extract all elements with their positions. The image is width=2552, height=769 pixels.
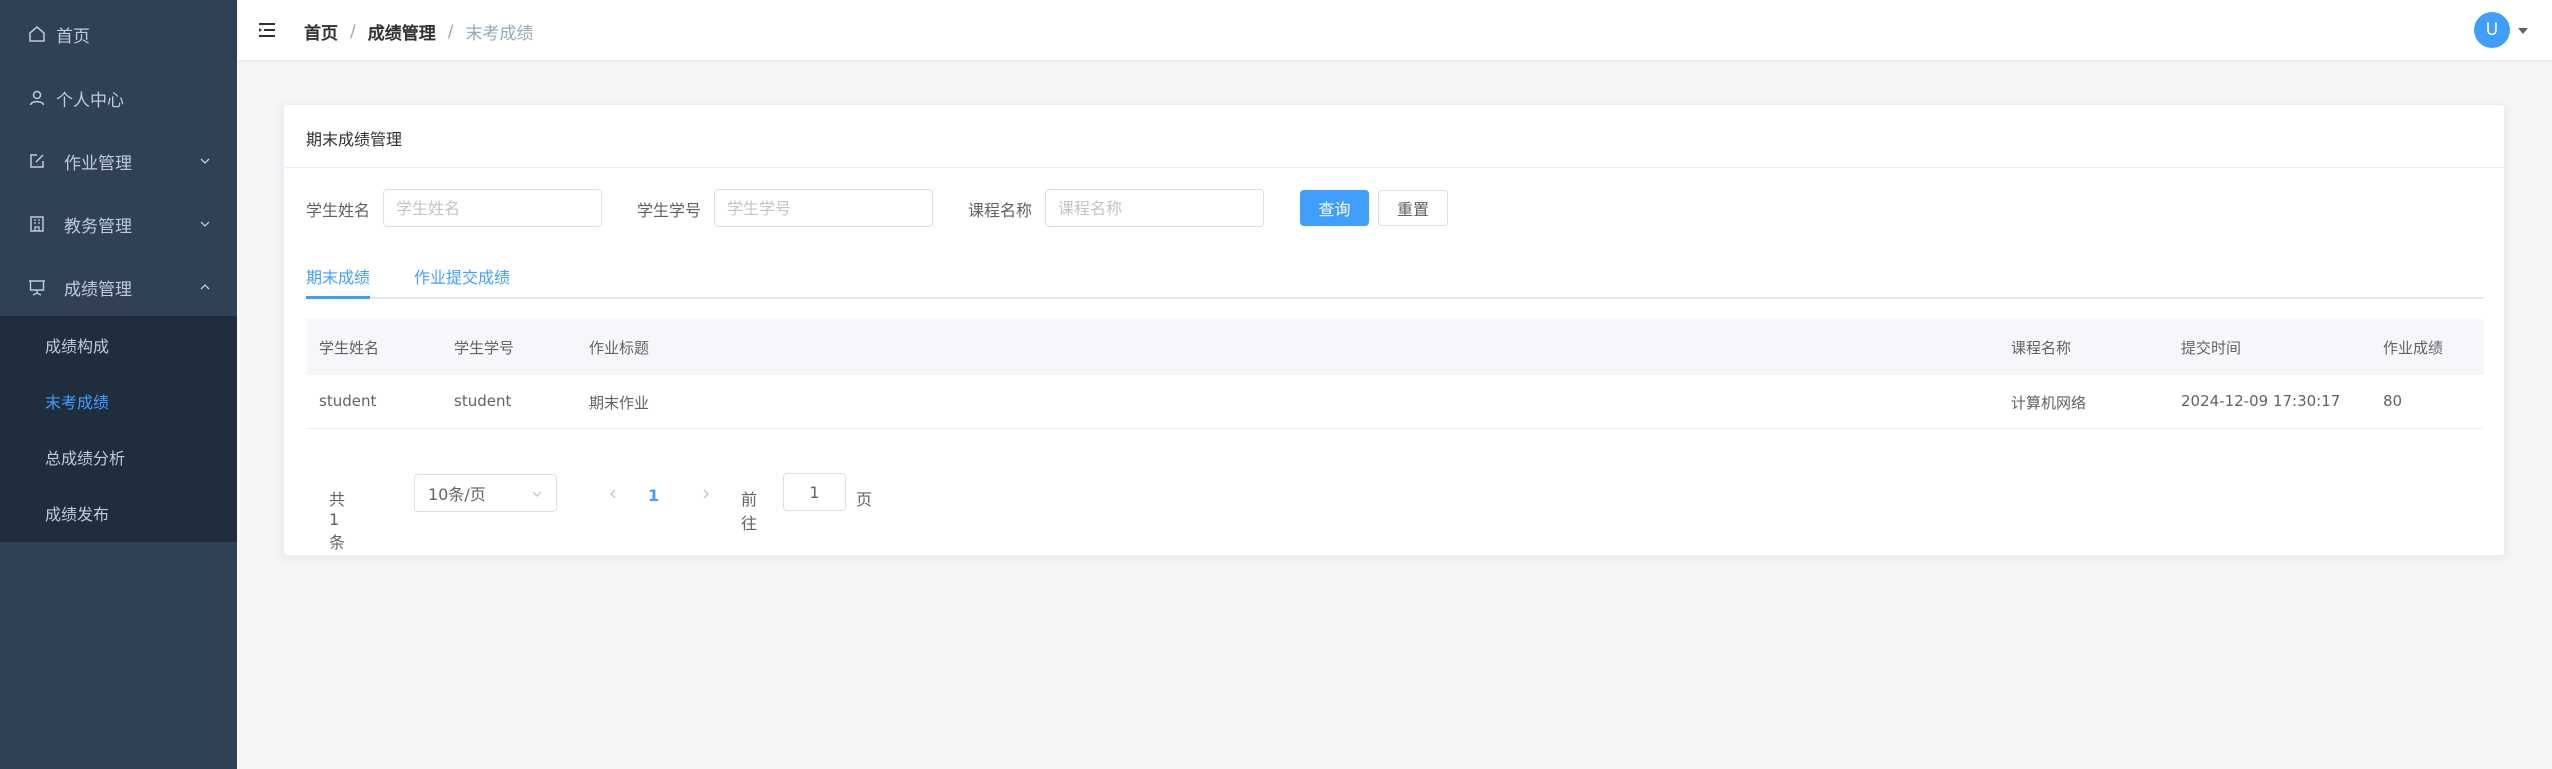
goto-page-input[interactable] <box>783 473 846 511</box>
query-button[interactable]: 查询 <box>1300 190 1369 226</box>
column-header-homework-title: 作业标题 <box>589 339 650 357</box>
cell-student-id: student <box>454 392 512 410</box>
page-unit-label: 页 <box>856 490 873 509</box>
goto-label: 前往 <box>741 490 758 533</box>
reset-button[interactable]: 重置 <box>1378 190 1448 226</box>
column-header-submit-time: 提交时间 <box>2181 339 2242 357</box>
student-name-input[interactable] <box>383 189 602 227</box>
card-header: 期末成绩管理 <box>284 105 2504 168</box>
submenu-item-total-grade-analysis[interactable]: 总成绩分析 <box>0 429 237 485</box>
chevron-up-icon <box>200 284 210 290</box>
avatar[interactable]: U <box>2474 12 2510 48</box>
column-header-student-name: 学生姓名 <box>319 339 380 357</box>
column-header-student-id: 学生学号 <box>454 339 515 357</box>
sidebar-item-label: 作业管理 <box>64 153 132 174</box>
table-row[interactable]: student student 期末作业 计算机网络 2024-12-09 17… <box>306 374 2484 429</box>
sidebar-item-profile[interactable]: 个人中心 <box>0 70 237 126</box>
sidebar-item-label: 教务管理 <box>64 216 132 237</box>
cell-homework-title: 期末作业 <box>589 394 650 412</box>
sidebar: 首页 个人中心 作业管理 教务管理 成绩管理 成绩构成 末考成绩 总成绩分析 成… <box>0 0 237 769</box>
table-header-row: 学生姓名 学生学号 作业标题 课程名称 提交时间 作业成绩 <box>306 319 2484 374</box>
sidebar-item-grades[interactable]: 成绩管理 <box>0 259 237 315</box>
breadcrumb-item-home[interactable]: 首页 <box>304 19 338 44</box>
pagination-total: 共 1 条 <box>329 490 346 552</box>
navbar: 首页 / 成绩管理 / 末考成绩 <box>237 0 2552 60</box>
breadcrumb-item-grades[interactable]: 成绩管理 <box>368 19 436 44</box>
chevron-down-icon <box>200 221 210 227</box>
student-id-input[interactable] <box>714 189 933 227</box>
final-grades-card: 期末成绩管理 学生姓名 学生学号 课程名称 查询 重置 期末成绩 作业提交成绩 … <box>283 104 2505 556</box>
student-id-label: 学生学号 <box>637 201 702 220</box>
caret-down-icon[interactable] <box>2518 28 2528 34</box>
tabs: 期末成绩 作业提交成绩 <box>306 255 2484 299</box>
tab-active-indicator <box>306 296 370 299</box>
office-building-icon <box>28 215 46 233</box>
breadcrumb-separator: / <box>447 21 454 42</box>
cell-student-name: student <box>319 392 377 410</box>
submenu-item-final-exam-grades[interactable]: 末考成绩 <box>0 373 237 429</box>
chevron-down-icon <box>532 491 542 497</box>
prev-page-icon[interactable] <box>606 485 620 503</box>
edit-icon <box>28 152 46 170</box>
hamburger-icon[interactable] <box>257 20 277 40</box>
sidebar-item-label: 首页 <box>56 26 90 47</box>
page-size-value: 10条/页 <box>428 485 486 504</box>
breadcrumb: 首页 / 成绩管理 / 末考成绩 <box>304 19 534 45</box>
breadcrumb-separator: / <box>350 21 356 42</box>
tab-homework-grades[interactable]: 作业提交成绩 <box>414 264 510 288</box>
breadcrumb-item-current: 末考成绩 <box>465 24 534 44</box>
home-icon <box>28 25 46 43</box>
cell-homework-score: 80 <box>2383 392 2403 410</box>
sidebar-item-homework[interactable]: 作业管理 <box>0 133 237 189</box>
sidebar-item-label: 个人中心 <box>56 90 124 111</box>
column-header-homework-score: 作业成绩 <box>2383 339 2444 357</box>
student-name-label: 学生姓名 <box>306 201 371 220</box>
card-title: 期末成绩管理 <box>306 130 403 149</box>
user-icon <box>28 89 46 107</box>
sidebar-item-home[interactable]: 首页 <box>0 6 237 62</box>
course-name-input[interactable] <box>1045 189 1264 227</box>
submenu-item-grade-composition[interactable]: 成绩构成 <box>0 317 237 373</box>
column-header-course-name: 课程名称 <box>2011 339 2072 357</box>
presentation-icon <box>28 278 46 296</box>
chevron-down-icon <box>200 158 210 164</box>
page-size-select[interactable]: 10条/页 <box>414 474 557 512</box>
course-name-label: 课程名称 <box>968 201 1033 220</box>
cell-course-name: 计算机网络 <box>2011 394 2087 412</box>
tab-final-grades[interactable]: 期末成绩 <box>306 264 370 288</box>
cell-submit-time: 2024-12-09 17:30:17 <box>2181 392 2341 410</box>
sidebar-item-academic[interactable]: 教务管理 <box>0 196 237 252</box>
page-number-current[interactable]: 1 <box>648 486 659 505</box>
submenu-item-grade-publish[interactable]: 成绩发布 <box>0 485 237 541</box>
next-page-icon[interactable] <box>699 485 713 503</box>
sidebar-item-label: 成绩管理 <box>64 279 132 300</box>
